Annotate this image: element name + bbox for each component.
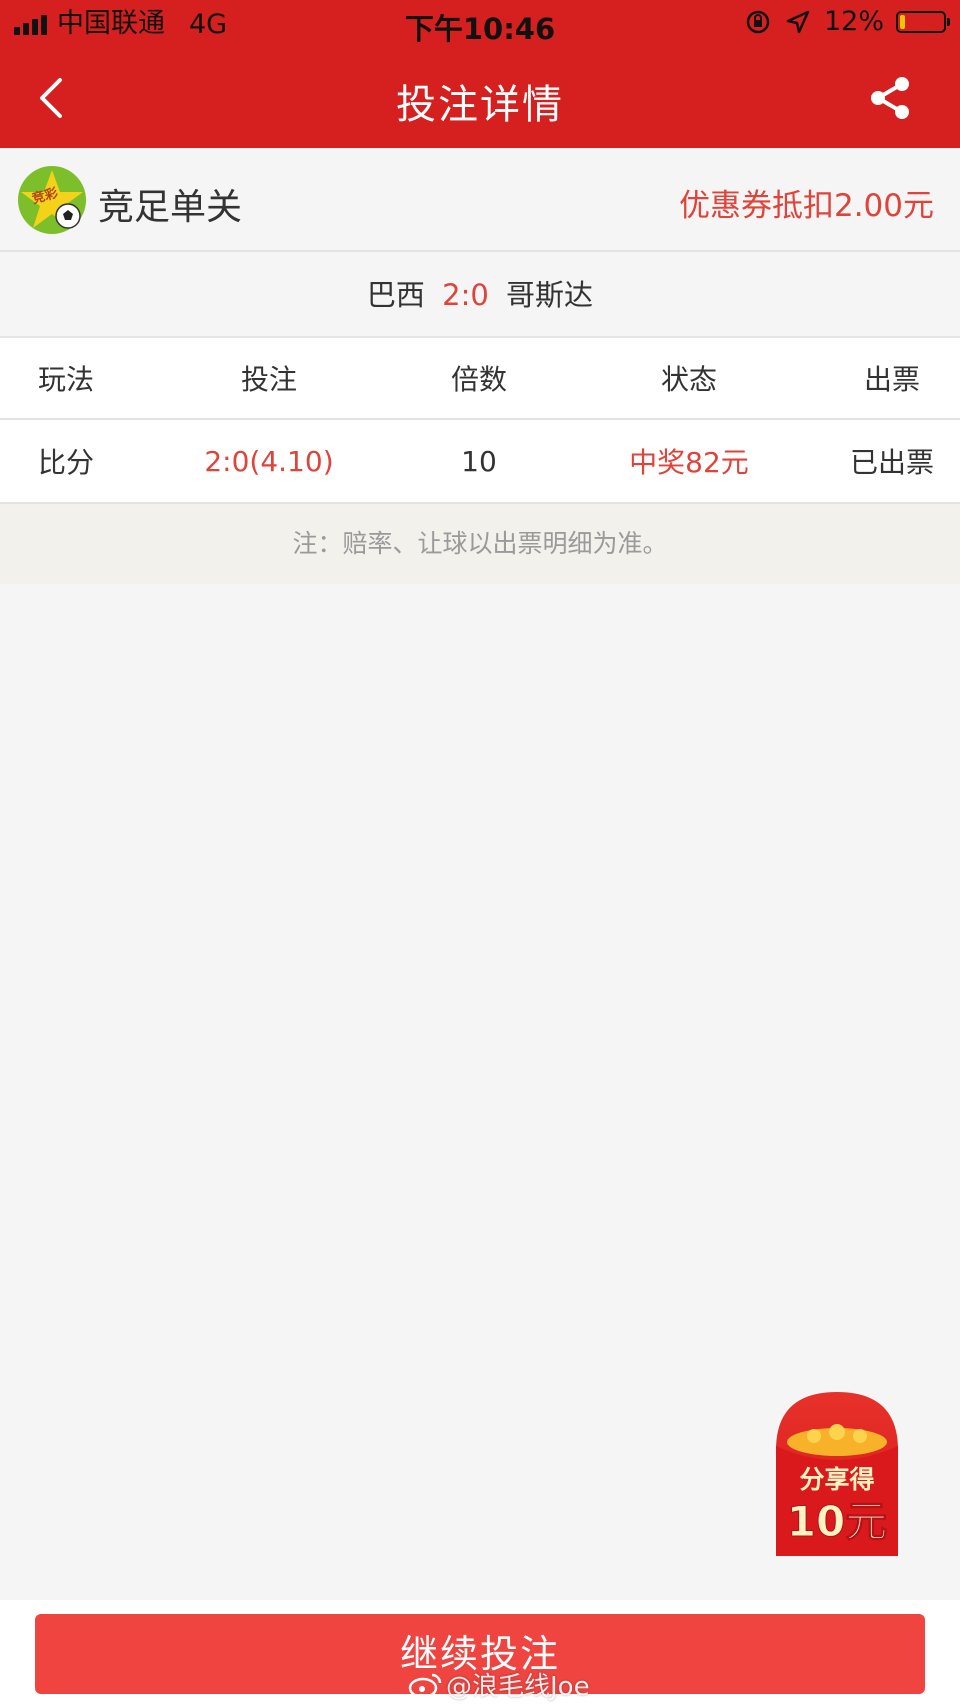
- cell-multiple: 10: [461, 444, 497, 478]
- header-play: 玩法: [38, 363, 95, 396]
- lottery-name: 竞足单关: [98, 187, 243, 228]
- header-bet: 投注: [240, 363, 297, 396]
- header-status: 状态: [660, 363, 717, 396]
- odds-note: 注：赔率、让球以出票明细为准。: [0, 504, 960, 584]
- table-row: 比分 2:0(4.10) 10 中奖82元 已出票: [0, 420, 960, 504]
- status-bar: 中国联通 4G 下午10:46 12%: [0, 0, 960, 48]
- red-packet-line1: 分享得: [799, 1465, 874, 1494]
- weibo-icon: [408, 1673, 442, 1698]
- page-title: 投注详情: [396, 82, 564, 128]
- watermark: @浪毛线Joe: [408, 1666, 590, 1703]
- cell-play: 比分: [38, 446, 95, 479]
- header-multiple: 倍数: [450, 363, 507, 396]
- battery-percent: 12%: [823, 6, 884, 37]
- share-icon[interactable]: [866, 74, 914, 122]
- location-arrow-icon: [786, 10, 810, 33]
- battery-level: [900, 14, 905, 29]
- battery-icon: [896, 10, 950, 33]
- table-header-row: 玩法 投注 倍数 状态 出票: [0, 338, 960, 420]
- home-team: 巴西: [366, 278, 425, 312]
- match-score: 2:0: [442, 278, 489, 312]
- lottery-header: 竞彩 竞足单关 优惠券抵扣2.00元: [0, 148, 960, 252]
- red-packet-line2: 10元: [787, 1497, 887, 1546]
- rotation-lock-icon: [746, 10, 770, 33]
- cell-status: 中奖82元: [629, 446, 749, 479]
- share-red-packet[interactable]: 分享得 10元: [774, 1390, 900, 1556]
- watermark-text: @浪毛线Joe: [446, 1672, 590, 1702]
- cell-ticket: 已出票: [849, 446, 934, 479]
- bet-table: 玩法 投注 倍数 状态 出票 比分 2:0(4.10) 10 中奖82元 已出票: [0, 338, 960, 504]
- nav-bar: 投注详情: [0, 48, 960, 148]
- away-team: 哥斯达: [506, 278, 594, 312]
- coupon-deduction: 优惠券抵扣2.00元: [678, 188, 934, 224]
- jingcai-logo-icon: 竞彩: [18, 166, 86, 234]
- match-info: 巴西 2:0 哥斯达: [0, 252, 960, 338]
- cell-bet: 2:0(4.10): [204, 444, 334, 478]
- header-ticket: 出票: [863, 363, 920, 396]
